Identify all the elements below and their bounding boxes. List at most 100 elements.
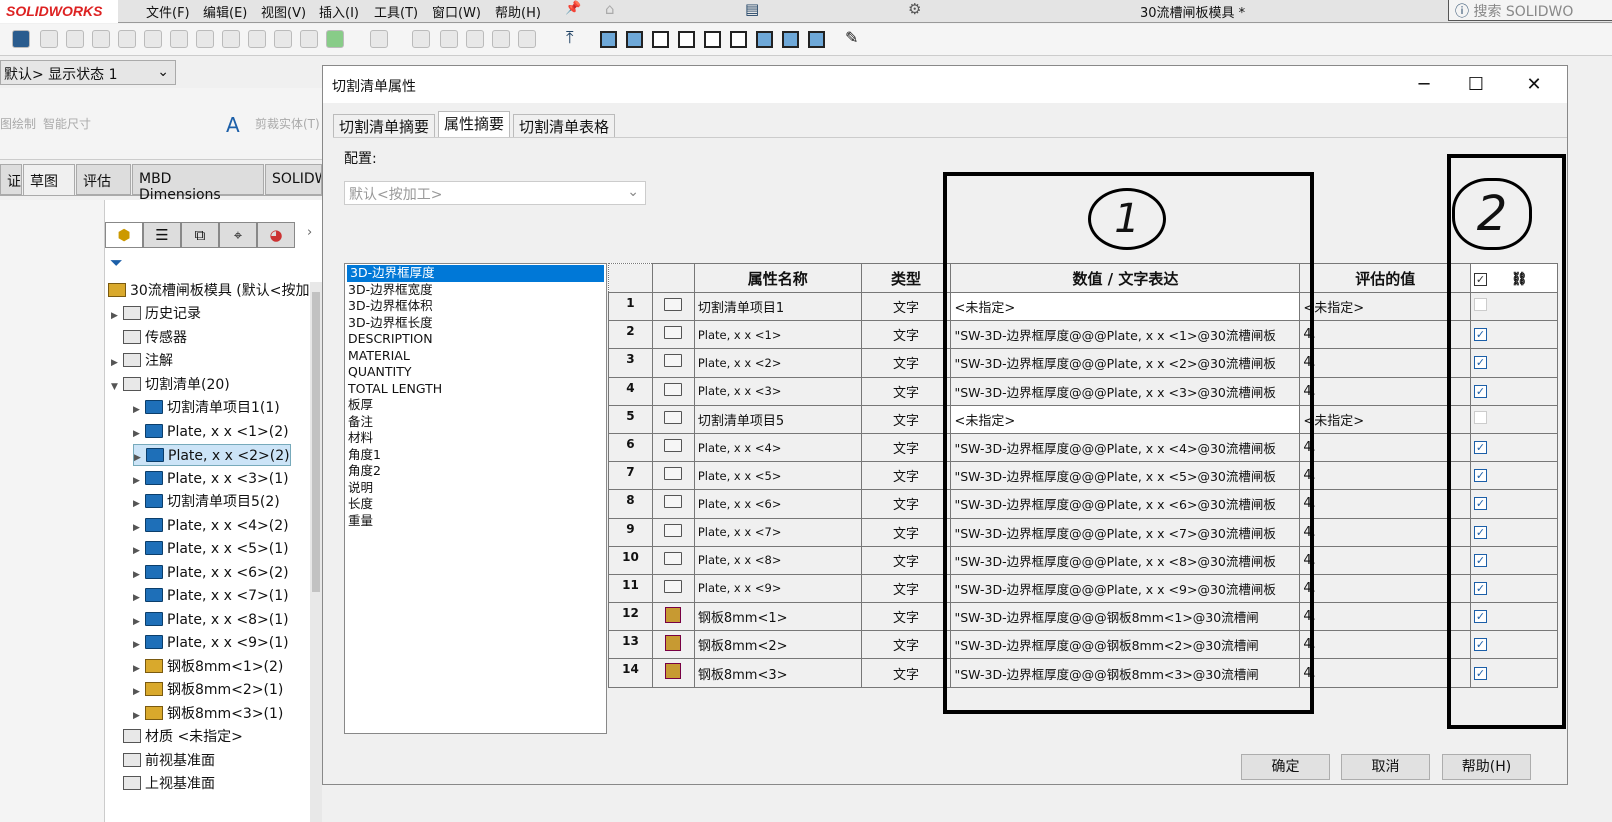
property-list-item[interactable]: TOTAL LENGTH (345, 381, 606, 398)
tree-item[interactable]: 传感器 (111, 327, 187, 349)
tree-item[interactable]: ▶ 钢板8mm<1>(2) (133, 656, 283, 678)
row-number[interactable]: 7 (608, 461, 653, 491)
sigma-icon[interactable] (196, 30, 214, 48)
property-list-item[interactable]: DESCRIPTION (345, 331, 606, 348)
menu-file[interactable]: 文件(F) (146, 2, 190, 21)
dimxpert-tab-icon[interactable]: ⌖ (219, 222, 257, 248)
help-button[interactable]: 帮助(H) (1442, 754, 1531, 780)
property-name-cell[interactable]: Plate, x x <1> (693, 320, 862, 350)
row-number[interactable]: 9 (608, 517, 653, 547)
tree-item[interactable]: ▶ Plate, x x <3>(1) (133, 468, 289, 490)
expand-arrow-icon[interactable]: ▶ (133, 658, 145, 680)
property-name-cell[interactable]: Plate, x x <5> (693, 461, 862, 491)
expand-arrow-icon[interactable]: ▶ (133, 399, 145, 421)
property-name-cell[interactable]: Plate, x x <9> (693, 573, 862, 604)
header-evaluated-value[interactable]: 评估的值 (1299, 263, 1472, 293)
expand-arrow-icon[interactable]: ▶ (133, 423, 145, 445)
tab-cut-list-summary[interactable]: 切割清单摘要 (333, 114, 436, 137)
row-number[interactable]: 11 (608, 573, 653, 604)
pin-icon[interactable]: 📌 (565, 1, 581, 16)
tree-item[interactable]: ▶ 注解 (111, 350, 173, 372)
expand-arrow-icon[interactable]: ▶ (133, 611, 145, 633)
tree-item[interactable]: ▶ Plate, x x <9>(1) (133, 632, 289, 654)
menu-view[interactable]: 视图(V) (261, 2, 306, 21)
property-list-item[interactable]: 备注 (345, 414, 606, 431)
view-cube-icon[interactable] (704, 31, 721, 48)
property-list-item[interactable]: 3D-边界框厚度 (347, 265, 604, 282)
expand-arrow-icon[interactable]: ▶ (133, 540, 145, 562)
view-cube-icon[interactable] (730, 31, 747, 48)
close-button[interactable]: ✕ (1519, 74, 1549, 95)
expand-arrow-icon[interactable]: ▶ (133, 705, 145, 727)
expand-arrow-icon[interactable]: ▶ (133, 587, 145, 609)
chevron-right-icon[interactable]: › (307, 225, 312, 240)
sketch-button[interactable]: 图绘制 (0, 115, 36, 132)
toolbar-icon[interactable] (248, 30, 266, 48)
tab-solidworks[interactable]: SOLIDW (265, 164, 322, 195)
property-name-cell[interactable]: 切割清单项目1 (693, 291, 862, 322)
display-manager-tab-icon[interactable]: ◕ (257, 222, 295, 248)
expand-arrow-icon[interactable]: ▶ (133, 470, 145, 492)
type-cell[interactable]: 文字 (860, 291, 952, 322)
header-type[interactable]: 类型 (860, 263, 952, 293)
expand-arrow-icon[interactable]: ▼ (111, 376, 123, 398)
tab-properties-summary[interactable]: 属性摘要 (438, 111, 511, 138)
tab-mbd-dimensions[interactable]: MBD Dimensions (132, 164, 264, 203)
property-list-item[interactable]: QUANTITY (345, 364, 606, 381)
expand-arrow-icon[interactable]: ▶ (111, 352, 123, 374)
tree-item[interactable]: ▶ 钢板8mm<2>(1) (133, 679, 283, 701)
corner-header[interactable] (608, 263, 653, 293)
row-number[interactable]: 10 (608, 545, 653, 575)
maximize-button[interactable]: ☐ (1461, 74, 1491, 95)
property-list-item[interactable]: MATERIAL (345, 348, 606, 365)
expand-arrow-icon[interactable]: ▶ (133, 634, 145, 656)
menu-help[interactable]: 帮助(H) (495, 2, 541, 21)
menu-insert[interactable]: 插入(I) (319, 2, 359, 21)
property-list[interactable]: 3D-边界框厚度 3D-边界框宽度 3D-边界框体积 3D-边界框长度 DESCRIPT… (344, 263, 607, 734)
property-list-item[interactable]: 3D-边界框体积 (345, 298, 606, 315)
toolbar-icon[interactable] (118, 30, 136, 48)
cancel-button[interactable]: 取消 (1341, 754, 1430, 780)
property-list-item[interactable]: 3D-边界框宽度 (345, 282, 606, 299)
toolbar-icon[interactable] (370, 30, 388, 48)
type-cell[interactable]: 文字 (860, 461, 952, 491)
print-icon[interactable]: ▤ (745, 0, 759, 18)
minimize-button[interactable]: ─ (1409, 74, 1439, 95)
type-cell[interactable]: 文字 (860, 602, 952, 632)
expand-arrow-icon[interactable]: ▶ (133, 681, 145, 703)
configuration-manager-tab-icon[interactable]: ⧉ (181, 222, 219, 248)
header-property-name[interactable]: 属性名称 (693, 263, 862, 293)
ok-button[interactable]: 确定 (1241, 754, 1330, 780)
type-cell[interactable]: 文字 (860, 376, 952, 406)
expand-arrow-icon[interactable]: ▶ (111, 305, 123, 327)
expand-arrow-icon[interactable]: ▶ (134, 447, 146, 469)
tree-scrollbar[interactable] (310, 282, 322, 822)
tab-features[interactable]: 证 (0, 164, 22, 195)
property-list-item[interactable]: 角度2 (345, 463, 606, 480)
property-list-item[interactable]: 板厚 (345, 397, 606, 414)
tree-item[interactable]: ▶ Plate, x x <8>(1) (133, 609, 289, 631)
tree-item[interactable]: 上视基准面 (111, 773, 215, 795)
property-name-cell[interactable]: Plate, x x <7> (693, 517, 862, 547)
row-number[interactable]: 8 (608, 489, 653, 519)
type-cell[interactable]: 文字 (860, 658, 952, 688)
tree-item[interactable]: 前视基准面 (111, 750, 215, 772)
tree-item[interactable]: ▼ 切割清单(20) (111, 374, 230, 396)
row-number[interactable]: 3 (608, 348, 653, 378)
expand-arrow-icon[interactable]: ▶ (133, 493, 145, 515)
search-input[interactable]: ⓘ 搜索 SOLIDWO (1448, 0, 1612, 21)
tree-item[interactable]: ▶ 历史记录 (111, 303, 201, 325)
type-cell[interactable]: 文字 (860, 573, 952, 604)
property-name-cell[interactable]: Plate, x x <4> (693, 432, 862, 463)
type-cell[interactable]: 文字 (860, 320, 952, 350)
type-cell[interactable]: 文字 (860, 517, 952, 547)
property-name-cell[interactable]: Plate, x x <3> (693, 376, 862, 406)
tree-item[interactable]: ▶ Plate, x x <4>(2) (133, 515, 289, 537)
view-cube-icon[interactable] (756, 31, 773, 48)
tab-evaluate[interactable]: 评估 (76, 164, 131, 195)
toolbar-icon[interactable] (274, 30, 292, 48)
tree-item[interactable]: ▶ 切割清单项目1(1) (133, 397, 280, 419)
property-name-cell[interactable]: 切割清单项目5 (693, 404, 862, 434)
measure-icon[interactable] (12, 30, 30, 48)
home-icon[interactable]: ⌂ (605, 0, 615, 18)
